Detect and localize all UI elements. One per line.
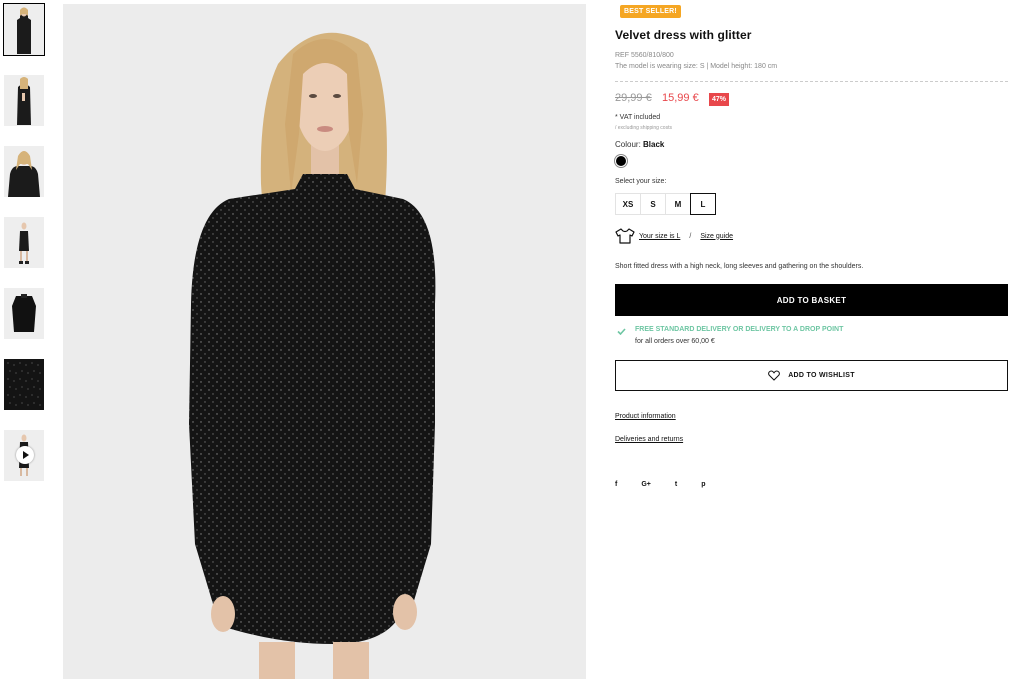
separator: /	[689, 232, 692, 240]
sale-price: 15,99 €	[662, 92, 699, 104]
thumbnail-list	[3, 3, 45, 501]
delivery-title: FREE STANDARD DELIVERY OR DELIVERY TO A …	[635, 326, 844, 333]
colour-label-text: Colour:	[615, 140, 641, 149]
google-plus-icon[interactable]: G+	[641, 481, 651, 488]
thumbnail-2[interactable]	[4, 75, 44, 126]
best-seller-badge: BEST SELLER!	[620, 5, 681, 18]
size-option-l[interactable]: L	[690, 193, 716, 215]
product-information-link[interactable]: Product information	[615, 413, 676, 420]
heart-icon	[768, 370, 781, 381]
product-description: Short fitted dress with a high neck, lon…	[615, 263, 864, 270]
discount-badge: 47%	[709, 93, 730, 106]
add-to-basket-button[interactable]: ADD TO BASKET	[615, 284, 1008, 316]
product-reference: REF 5560/810/800	[615, 52, 674, 59]
wishlist-label: ADD TO WISHLIST	[788, 372, 855, 379]
thumbnail-4[interactable]	[4, 217, 44, 268]
twitter-icon[interactable]: t	[675, 481, 677, 488]
your-size-link[interactable]: Your size is L	[639, 233, 680, 240]
pinterest-icon[interactable]: p	[701, 481, 705, 488]
vat-note: * VAT included	[615, 114, 661, 121]
thumbnail-3[interactable]	[4, 146, 44, 197]
main-product-image[interactable]	[63, 4, 586, 679]
model-info: The model is wearing size: S | Model hei…	[615, 63, 778, 70]
thumbnail-1[interactable]	[3, 3, 45, 56]
deliveries-returns-link[interactable]: Deliveries and returns	[615, 436, 683, 443]
size-option-xs[interactable]: XS	[615, 193, 641, 215]
add-to-wishlist-button[interactable]: ADD TO WISHLIST	[615, 360, 1008, 391]
tshirt-icon	[615, 228, 635, 244]
colour-value: Black	[643, 140, 665, 149]
model-illustration	[63, 4, 586, 679]
select-size-label: Select your size:	[615, 178, 667, 185]
check-icon	[617, 328, 626, 335]
size-option-m[interactable]: M	[665, 193, 691, 215]
delivery-subtitle: for all orders over 60,00 €	[635, 338, 715, 345]
social-share: f G+ t p	[615, 481, 706, 488]
original-price: 29,99 €	[615, 92, 652, 104]
thumbnail-5[interactable]	[4, 288, 44, 339]
play-icon[interactable]	[16, 446, 34, 464]
size-option-s[interactable]: S	[640, 193, 666, 215]
shipping-note: / excluding shipping costs	[615, 125, 672, 131]
facebook-icon[interactable]: f	[615, 481, 617, 488]
product-title: Velvet dress with glitter	[615, 28, 752, 42]
size-links: Your size is L / Size guide	[615, 228, 733, 244]
thumbnail-video[interactable]	[4, 430, 44, 481]
divider	[615, 81, 1008, 82]
colour-label: Colour: Black	[615, 140, 664, 149]
colour-swatch-black[interactable]	[616, 156, 626, 166]
thumbnail-6[interactable]	[4, 359, 44, 410]
size-selector: XS S M L	[615, 193, 716, 215]
size-guide-link[interactable]: Size guide	[700, 233, 733, 240]
